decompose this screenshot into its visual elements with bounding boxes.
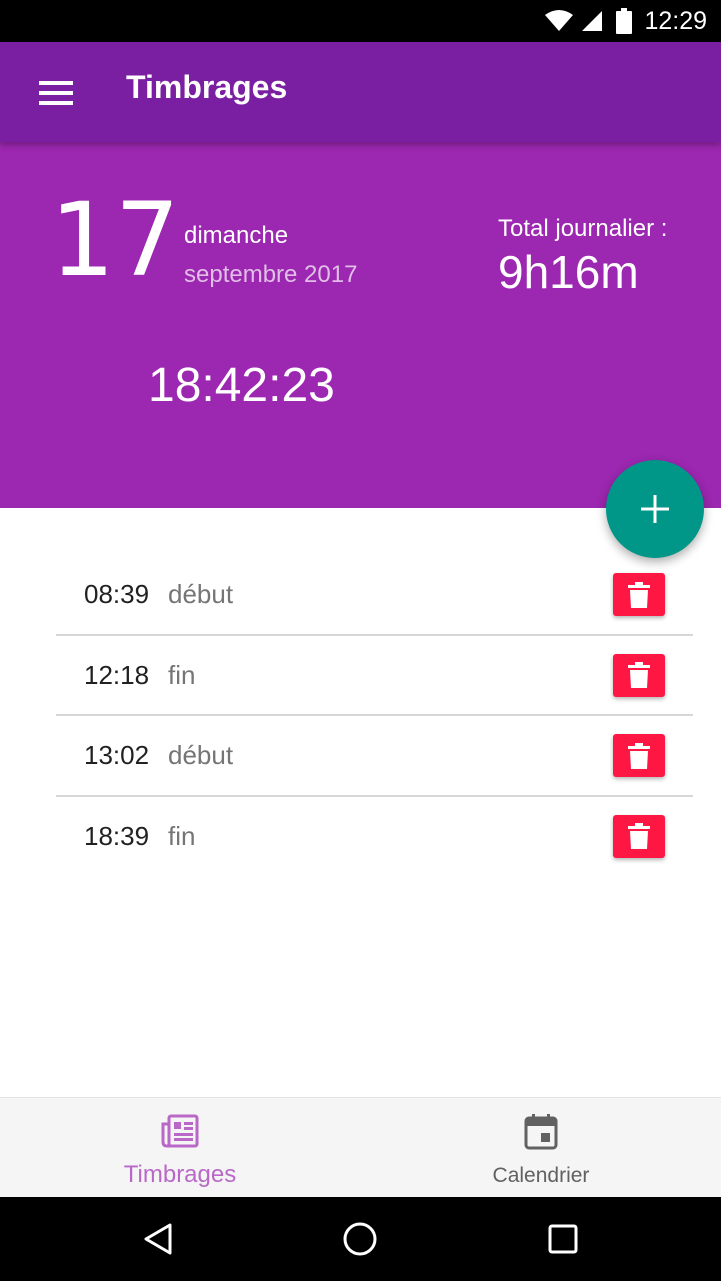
entry-type: début xyxy=(168,740,234,770)
delete-entry-button[interactable] xyxy=(613,573,665,616)
nav-item-timbrages[interactable]: Timbrages xyxy=(0,1098,360,1198)
nav-label-calendrier: Calendrier xyxy=(492,1164,590,1187)
month-year-label: septembre 2017 xyxy=(184,261,358,288)
status-time: 12:29 xyxy=(644,6,707,35)
calendar-icon xyxy=(361,1114,721,1150)
recents-button[interactable] xyxy=(541,1217,585,1261)
app-bar: Timbrages xyxy=(0,42,721,142)
weekday-label: dimanche xyxy=(184,222,289,249)
back-button[interactable] xyxy=(136,1217,180,1261)
entry-row: 13:02 début xyxy=(56,716,693,797)
newspaper-icon xyxy=(0,1114,360,1148)
current-time-clock: 18:42:23 xyxy=(148,359,335,412)
day-header: 17 dimanche septembre 2017 Total journal… xyxy=(0,142,721,508)
entry-time: 12:18 xyxy=(84,659,150,690)
back-triangle-icon xyxy=(142,1222,174,1256)
day-number: 17 xyxy=(50,181,180,300)
add-entry-button[interactable] xyxy=(606,460,704,558)
nav-label-timbrages: Timbrages xyxy=(123,1161,237,1188)
trash-icon xyxy=(628,742,650,769)
delete-entry-button[interactable] xyxy=(613,734,665,777)
plus-icon xyxy=(640,494,670,524)
entry-type: fin xyxy=(168,659,196,690)
entry-time: 18:39 xyxy=(84,820,150,851)
daily-total-label: Total journalier : xyxy=(498,215,668,242)
system-navigation-bar xyxy=(0,1197,721,1281)
home-button[interactable] xyxy=(338,1217,382,1261)
trash-icon xyxy=(628,581,650,608)
app-title: Timbrages xyxy=(126,69,288,105)
trash-icon xyxy=(628,823,650,849)
entry-row: 18:39 fin xyxy=(56,797,693,878)
entry-time: 13:02 xyxy=(84,740,150,770)
menu-button[interactable] xyxy=(22,70,90,116)
entry-time: 08:39 xyxy=(84,579,150,609)
entry-row: 12:18 fin xyxy=(56,636,693,716)
daily-total-value: 9h16m xyxy=(498,246,639,298)
entry-list: 08:39 début 12:18 fin 13:02 début 18:39 … xyxy=(56,555,693,877)
entry-type: début xyxy=(168,579,234,609)
status-icons: 12:29 xyxy=(544,0,707,42)
trash-icon xyxy=(628,662,650,688)
battery-icon xyxy=(616,8,633,34)
hamburger-menu-icon xyxy=(39,81,73,105)
recents-square-icon xyxy=(547,1223,579,1255)
delete-entry-button[interactable] xyxy=(613,814,665,858)
entry-type: fin xyxy=(168,820,196,851)
nav-item-calendrier[interactable]: Calendrier xyxy=(361,1098,721,1198)
bottom-navigation: Timbrages Calendrier xyxy=(0,1097,721,1197)
entry-row: 08:39 début xyxy=(56,555,693,636)
wifi-icon xyxy=(544,9,574,33)
delete-entry-button[interactable] xyxy=(613,653,665,697)
cell-signal-icon xyxy=(580,9,604,33)
home-circle-icon xyxy=(342,1221,378,1257)
status-bar: 12:29 xyxy=(0,0,721,42)
